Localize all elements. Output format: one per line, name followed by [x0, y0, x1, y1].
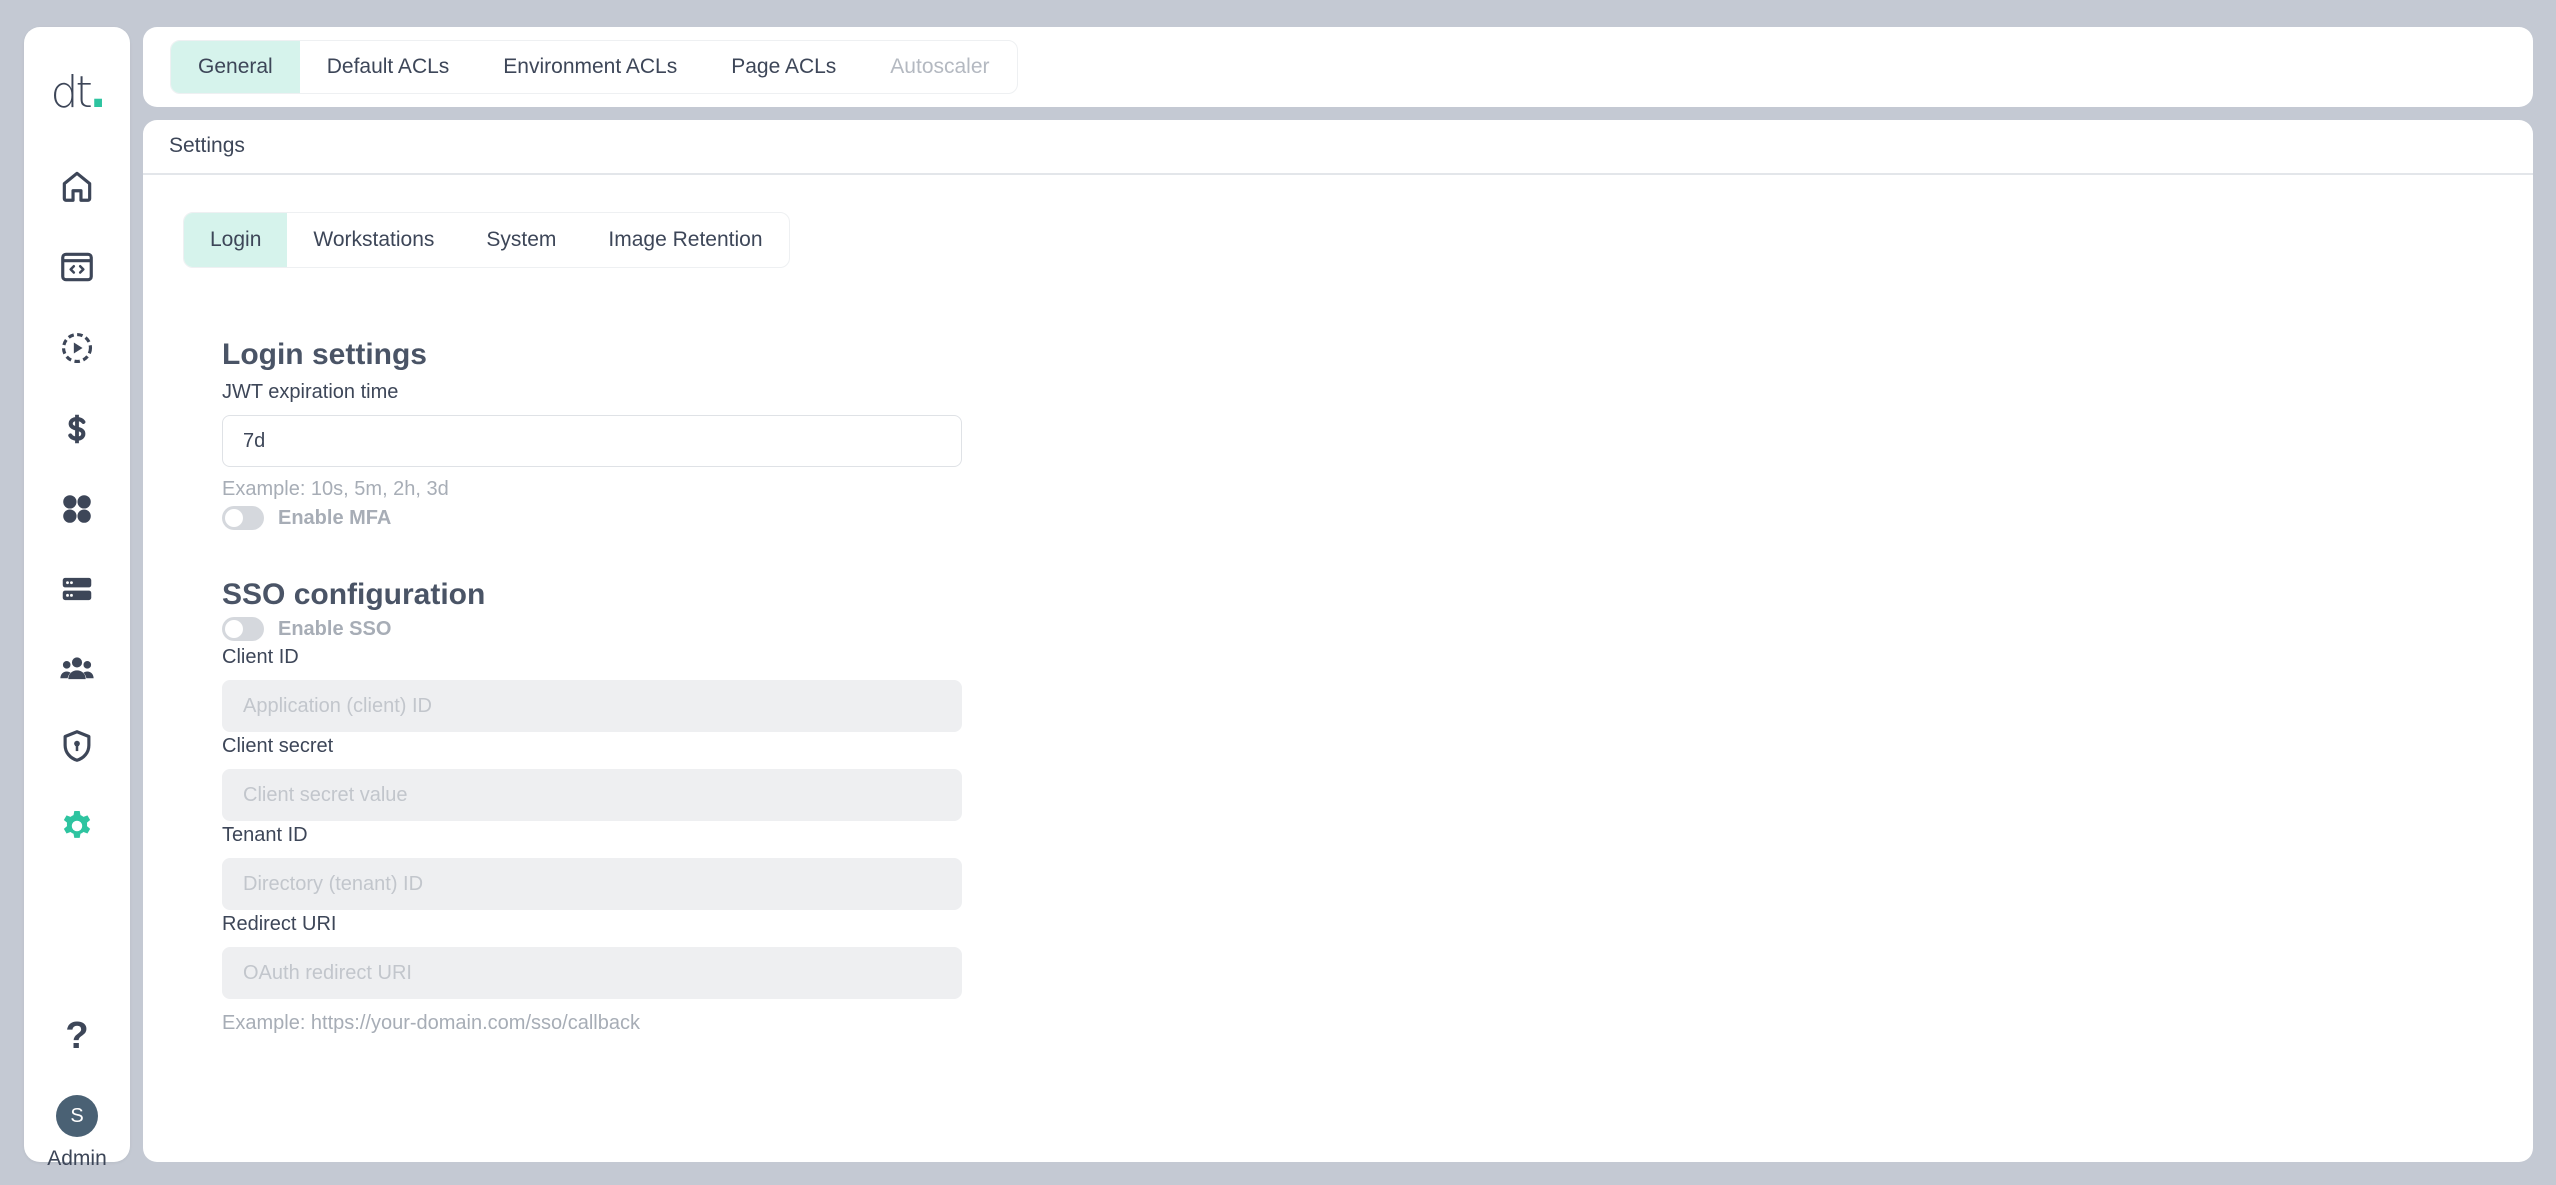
- client-id-label: Client ID: [222, 646, 299, 668]
- jwt-expiration-hint: Example: 10s, 5m, 2h, 3d: [222, 478, 449, 500]
- sso-toggle-label: Enable SSO: [278, 617, 392, 640]
- header-divider: [143, 173, 2533, 175]
- code-window-icon[interactable]: [57, 247, 97, 287]
- tab-workstations[interactable]: Workstations: [287, 213, 460, 267]
- jwt-expiration-label: JWT expiration time: [222, 381, 399, 403]
- grid-icon[interactable]: [57, 489, 97, 529]
- user-role-label: Admin: [47, 1147, 107, 1170]
- tab-page-acls[interactable]: Page ACLs: [704, 41, 863, 93]
- logo-dot: .: [89, 67, 107, 118]
- mfa-toggle-label: Enable MFA: [278, 506, 392, 529]
- sso-toggle-row: Enable SSO: [222, 617, 391, 641]
- play-circle-icon[interactable]: [57, 328, 97, 368]
- client-id-input: [222, 680, 962, 732]
- login-settings-title: Login settings: [222, 338, 427, 371]
- jwt-expiration-input[interactable]: [222, 415, 962, 467]
- tab-environment-acls[interactable]: Environment ACLs: [476, 41, 704, 93]
- top-tab-group: General Default ACLs Environment ACLs Pa…: [170, 40, 1018, 94]
- app-logo[interactable]: dt.: [24, 71, 130, 115]
- redirect-uri-input: [222, 947, 962, 999]
- home-icon[interactable]: [57, 166, 97, 206]
- settings-panel: Settings Login Workstations System Image…: [143, 120, 2533, 1162]
- sso-toggle[interactable]: [222, 617, 264, 641]
- sidebar: dt. ? S Admin: [24, 27, 130, 1170]
- toggle-knob: [225, 620, 243, 638]
- redirect-uri-hint: Example: https://your-domain.com/sso/cal…: [222, 1012, 640, 1034]
- redirect-uri-label: Redirect URI: [222, 913, 337, 935]
- tab-general[interactable]: General: [171, 41, 300, 93]
- tab-default-acls[interactable]: Default ACLs: [300, 41, 477, 93]
- users-icon[interactable]: [57, 648, 97, 688]
- tenant-id-label: Tenant ID: [222, 824, 308, 846]
- tab-system[interactable]: System: [460, 213, 582, 267]
- tenant-id-input: [222, 858, 962, 910]
- mfa-toggle[interactable]: [222, 506, 264, 530]
- settings-sub-tabs: Login Workstations System Image Retentio…: [183, 212, 790, 268]
- tab-login[interactable]: Login: [184, 213, 288, 267]
- help-icon[interactable]: ?: [57, 1013, 97, 1059]
- tab-image-retention[interactable]: Image Retention: [582, 213, 788, 267]
- logo-text: dt: [50, 67, 93, 118]
- top-tab-bar: General Default ACLs Environment ACLs Pa…: [143, 27, 2533, 107]
- tab-autoscaler: Autoscaler: [890, 55, 990, 78]
- shield-icon[interactable]: [57, 726, 97, 766]
- gear-icon[interactable]: [57, 806, 97, 846]
- avatar[interactable]: S: [56, 1095, 98, 1137]
- sso-configuration-title: SSO configuration: [222, 578, 486, 611]
- toggle-knob: [225, 509, 243, 527]
- client-secret-input: [222, 769, 962, 821]
- breadcrumb: Settings: [169, 134, 245, 157]
- dollar-icon[interactable]: [57, 409, 97, 449]
- server-icon[interactable]: [57, 569, 97, 609]
- client-secret-label: Client secret: [222, 735, 334, 757]
- mfa-toggle-row: Enable MFA: [222, 506, 391, 530]
